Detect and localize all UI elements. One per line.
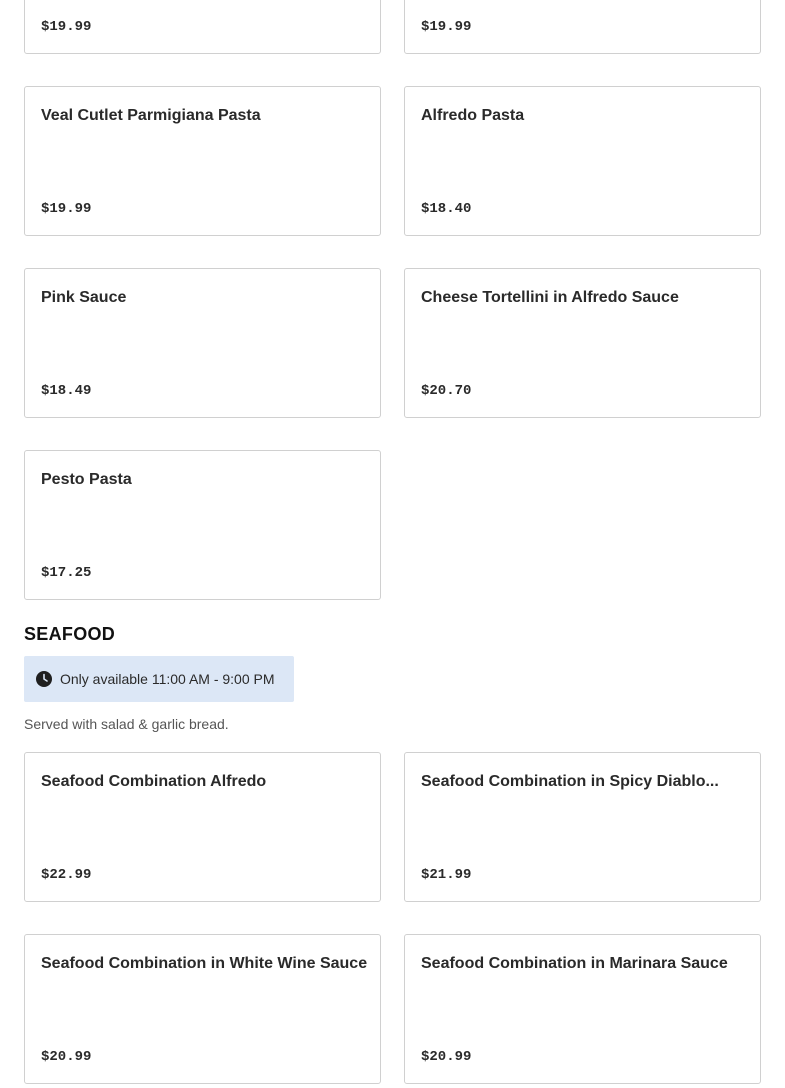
menu-item-name: Veal Cutlet Parmigiana Pasta bbox=[41, 107, 261, 124]
clock-icon bbox=[36, 671, 52, 687]
availability-text: Only available 11:00 AM - 9:00 PM bbox=[60, 671, 275, 687]
menu-page: $19.99 $19.99 Veal Cutlet Parmigiana Pas… bbox=[0, 0, 785, 1088]
menu-item-price: $20.99 bbox=[41, 1049, 92, 1065]
menu-item-price: $20.99 bbox=[421, 1049, 472, 1065]
menu-item-price: $21.99 bbox=[421, 867, 472, 883]
menu-item-price: $18.40 bbox=[421, 201, 472, 217]
menu-item-card[interactable]: $19.99 bbox=[24, 0, 381, 54]
menu-item-card[interactable]: Cheese Tortellini in Alfredo Sauce $20.7… bbox=[404, 268, 761, 418]
menu-item-card[interactable]: Alfredo Pasta $18.40 bbox=[404, 86, 761, 236]
menu-item-name: Pink Sauce bbox=[41, 289, 127, 306]
availability-banner: Only available 11:00 AM - 9:00 PM bbox=[24, 656, 294, 702]
menu-item-card[interactable]: Seafood Combination Alfredo $22.99 bbox=[24, 752, 381, 902]
menu-item-card[interactable]: Seafood Combination in Spicy Diablo... $… bbox=[404, 752, 761, 902]
menu-item-price: $19.99 bbox=[421, 19, 472, 35]
menu-item-name: Seafood Combination in Marinara Sauce bbox=[421, 955, 728, 972]
menu-item-card[interactable]: Veal Cutlet Parmigiana Pasta $19.99 bbox=[24, 86, 381, 236]
menu-item-card[interactable]: Seafood Combination in White Wine Sauce … bbox=[24, 934, 381, 1084]
menu-item-name: Cheese Tortellini in Alfredo Sauce bbox=[421, 289, 679, 306]
menu-item-price: $19.99 bbox=[41, 19, 92, 35]
menu-item-card[interactable]: $19.99 bbox=[404, 0, 761, 54]
menu-item-name: Pesto Pasta bbox=[41, 471, 132, 488]
menu-item-price: $22.99 bbox=[41, 867, 92, 883]
section-title-seafood: SEAFOOD bbox=[24, 624, 116, 644]
menu-item-price: $20.70 bbox=[421, 383, 472, 399]
menu-item-price: $19.99 bbox=[41, 201, 92, 217]
menu-item-card[interactable]: Seafood Combination in Marinara Sauce $2… bbox=[404, 934, 761, 1084]
menu-item-name: Seafood Combination in White Wine Sauce bbox=[41, 955, 368, 972]
menu-item-name: Alfredo Pasta bbox=[421, 107, 525, 124]
section-description: Served with salad & garlic bread. bbox=[24, 716, 229, 732]
menu-item-name: Seafood Combination in Spicy Diablo... bbox=[421, 773, 719, 790]
menu-item-name: Seafood Combination Alfredo bbox=[41, 773, 267, 790]
menu-item-card[interactable]: Pesto Pasta $17.25 bbox=[24, 450, 381, 600]
menu-item-card[interactable]: Pink Sauce $18.49 bbox=[24, 268, 381, 418]
menu-item-price: $18.49 bbox=[41, 383, 92, 399]
menu-item-price: $17.25 bbox=[41, 565, 92, 581]
